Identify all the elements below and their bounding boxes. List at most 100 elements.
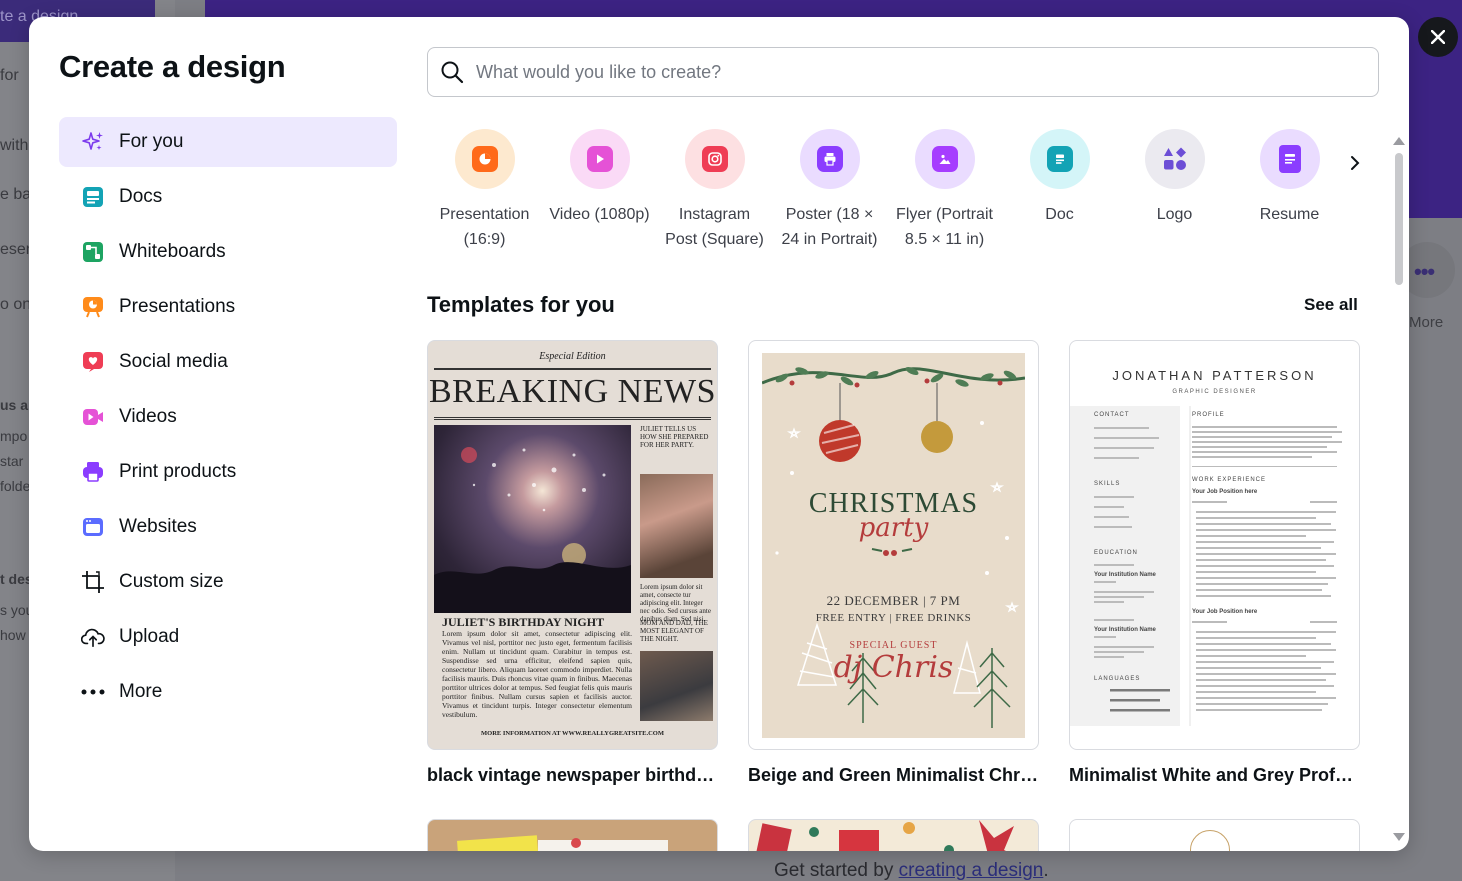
nav-label: Upload <box>119 626 180 647</box>
nav-label: Presentations <box>119 296 236 317</box>
logo-emblem <box>1190 830 1230 851</box>
design-type-label: Instagram Post (Square) <box>665 206 764 248</box>
thumb-subhead: JULIET'S BIRTHDAY NIGHT <box>442 615 605 629</box>
poster-entry: FREE ENTRY | FREE DRINKS <box>815 612 972 624</box>
printer-icon <box>816 146 843 172</box>
nav-label: Custom size <box>119 571 224 592</box>
template-title: Minimalist White and Grey Profe... <box>1069 765 1360 785</box>
nav-item-whiteboards[interactable]: Whiteboards <box>59 227 397 277</box>
scroll-thumb[interactable] <box>1395 153 1403 285</box>
template-card[interactable]: JONATHAN PATTERSON GRAPHIC DESIGNER CONT… <box>1069 340 1360 786</box>
background-text: e ba <box>0 186 32 203</box>
template-card[interactable] <box>427 819 718 851</box>
design-type-logo[interactable]: Logo <box>1117 129 1232 227</box>
thumb-body-text: Lorem ipsum dolor sit amet, consectetur … <box>442 629 632 719</box>
nav-label: Videos <box>119 406 177 427</box>
close-button[interactable] <box>1418 17 1458 57</box>
background-more-label: More <box>1409 314 1444 331</box>
section-title: Templates for you <box>427 292 615 317</box>
template-thumbnail: Especial Edition BREAKING NEWS Juliet te… <box>427 340 718 750</box>
background-footer: Get started by creating a design. <box>774 860 1049 881</box>
nav-label: For you <box>119 131 184 152</box>
paper-note <box>538 840 668 851</box>
nav-item-social-media[interactable]: Social media <box>59 337 397 387</box>
divider <box>434 368 711 370</box>
nav-item-docs[interactable]: Docs <box>59 172 397 222</box>
design-type-presentation[interactable]: Presentation (16:9) <box>427 129 542 252</box>
next-types-button[interactable] <box>1341 149 1369 177</box>
presentation-icon <box>81 295 105 319</box>
nav-item-videos[interactable]: Videos <box>59 392 397 442</box>
presentation-icon <box>471 146 498 172</box>
nav-label: Whiteboards <box>119 241 226 262</box>
design-type-label: Poster (18 × 24 in Portrait) <box>781 206 878 248</box>
template-card[interactable] <box>748 819 1039 851</box>
nav-item-print-products[interactable]: Print products <box>59 447 397 497</box>
sticky-note <box>457 835 539 851</box>
type-icon-circle <box>454 129 515 189</box>
party-photo <box>434 425 631 613</box>
see-all-link[interactable]: See all <box>1304 295 1358 315</box>
sparkles-icon <box>81 130 105 154</box>
footer-suffix: . <box>1043 860 1049 881</box>
nav-label: More <box>119 681 163 702</box>
design-type-poster[interactable]: Poster (18 × 24 in Portrait) <box>772 129 887 252</box>
modal-title: Create a design <box>59 49 286 84</box>
doc-icon <box>1046 146 1073 172</box>
scrollbar[interactable] <box>1392 135 1405 845</box>
crop-icon <box>81 570 105 594</box>
design-type-label: Presentation (16:9) <box>439 206 530 248</box>
search-input[interactable] <box>476 61 1356 83</box>
play-icon <box>586 146 613 172</box>
printer-icon <box>81 460 105 484</box>
thumb-side-text: Juliet tells us how she prepared for her… <box>640 425 709 449</box>
nav-label: Print products <box>119 461 237 482</box>
design-type-doc[interactable]: Doc <box>1002 129 1117 227</box>
template-card[interactable]: CHRISTMAS party 22 DECEMBER | 7 PM FREE … <box>748 340 1039 786</box>
template-card[interactable] <box>1069 819 1360 851</box>
poster-script: party <box>858 513 929 543</box>
template-title: black vintage newspaper birthda... <box>427 765 718 785</box>
design-type-instagram-post[interactable]: Instagram Post (Square) <box>657 129 772 252</box>
thumb-text: Especial Edition <box>539 351 606 362</box>
template-card[interactable]: Especial Edition BREAKING NEWS Juliet te… <box>427 340 718 786</box>
scroll-up-arrow[interactable] <box>1393 137 1405 145</box>
type-icon-circle <box>914 129 975 189</box>
background-text: how <box>0 627 26 643</box>
type-icon-circle <box>799 129 860 189</box>
ellipsis-icon <box>81 680 105 704</box>
create-design-modal: Create a design For you Docs Whiteboards… <box>29 17 1409 851</box>
design-type-label: Logo <box>1156 206 1193 223</box>
nav-item-presentations[interactable]: Presentations <box>59 282 397 332</box>
resume-text-lines <box>1094 406 1342 726</box>
design-type-label: Doc <box>1045 206 1074 223</box>
design-type-label: Flyer (Portrait 8.5 × 11 in) <box>896 206 993 248</box>
image-doc-icon <box>931 146 958 172</box>
thumb-footer: MORE INFORMATION AT WWW.REALLYGREATSITE.… <box>481 730 664 737</box>
background-text: with <box>0 137 29 154</box>
design-type-resume[interactable]: Resume <box>1232 129 1347 227</box>
nav-item-more[interactable]: More <box>59 667 397 717</box>
design-type-flyer[interactable]: Flyer (Portrait 8.5 × 11 in) <box>887 129 1002 252</box>
scroll-down-arrow[interactable] <box>1393 833 1405 841</box>
background-text: o on <box>0 296 32 313</box>
nav-item-upload[interactable]: Upload <box>59 612 397 662</box>
type-icon-circle <box>684 129 745 189</box>
design-type-video[interactable]: Video (1080p) <box>542 129 657 227</box>
logo-shapes-icon <box>1163 147 1186 170</box>
search-bar[interactable] <box>427 47 1379 97</box>
docs-icon <box>81 185 105 209</box>
footer-text: Get started by <box>774 860 899 881</box>
template-thumbnail: CHRISTMAS party 22 DECEMBER | 7 PM FREE … <box>748 340 1039 750</box>
resume-icon <box>1278 145 1301 173</box>
design-type-label: Resume <box>1259 206 1320 223</box>
chevron-right-icon <box>1351 156 1360 170</box>
nav-item-websites[interactable]: Websites <box>59 502 397 552</box>
video-icon <box>81 405 105 429</box>
nav-item-custom-size[interactable]: Custom size <box>59 557 397 607</box>
background-text: folde <box>0 478 31 494</box>
type-icon-circle <box>1259 129 1320 189</box>
nav-item-for-you[interactable]: For you <box>59 117 397 167</box>
heart-icon <box>81 350 105 374</box>
nav-label: Social media <box>119 351 228 372</box>
